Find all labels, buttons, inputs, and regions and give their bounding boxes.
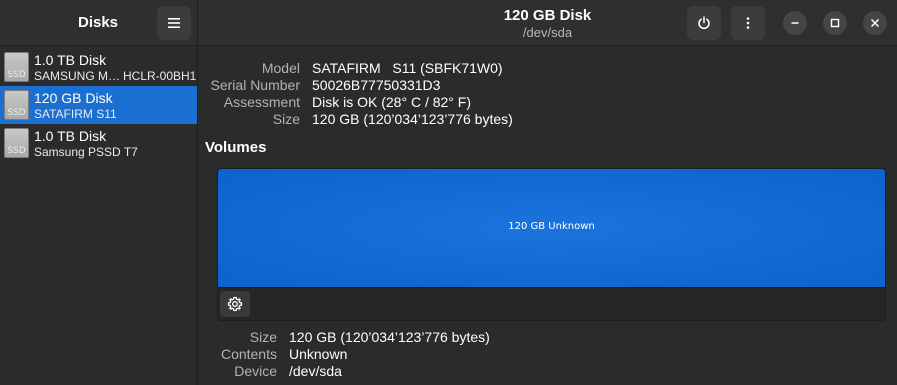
sidebar-header: Disks [0, 0, 198, 46]
disk-list-item-selected[interactable]: SSD 120 GB Disk SATAFIRM S11 [0, 86, 197, 124]
power-off-button[interactable] [687, 6, 721, 40]
main-menu-button[interactable] [157, 6, 191, 40]
volume-partition-label: 120 GB Unknown [508, 221, 595, 232]
volume-size-label: Size [249, 329, 277, 345]
disk-model: SATAFIRM S11 [34, 107, 117, 121]
ssd-icon: SSD [4, 90, 29, 120]
gear-icon [227, 296, 243, 312]
volume-partition-block[interactable]: 120 GB Unknown [218, 169, 885, 288]
serial-number-label: Serial Number [210, 77, 300, 93]
disk-model-suffix: HCLR-00BH1 [123, 69, 197, 83]
volume-contents-value: Unknown [289, 346, 348, 362]
partition-options-button[interactable] [220, 291, 250, 317]
volume-contents-label: Contents [220, 346, 277, 362]
disk-name: 120 GB Disk [34, 90, 113, 106]
disk-model: Samsung PSSD T7 [34, 145, 138, 159]
ssd-icon: SSD [4, 128, 29, 158]
power-icon [698, 16, 710, 30]
assessment-label: Assessment [223, 94, 300, 110]
disk-model: SAMSUNG M… [34, 69, 121, 83]
more-vertical-icon [746, 17, 750, 29]
serial-number-value: 50026B77750331D3 [312, 77, 441, 93]
close-button[interactable] [863, 11, 887, 35]
minimize-button[interactable] [783, 11, 807, 35]
volume-map: 120 GB Unknown [217, 168, 886, 321]
maximize-icon [830, 18, 840, 28]
size-label: Size [272, 111, 300, 127]
model-value: SATAFIRM S11 (SBFK71W0) [312, 60, 503, 76]
volume-device-label: Device [234, 363, 277, 379]
volumes-heading: Volumes [205, 139, 267, 156]
model-label: Model [261, 60, 300, 76]
volume-device-value: /dev/sda [289, 363, 342, 379]
drive-options-button[interactable] [731, 6, 765, 40]
minimize-icon [791, 22, 799, 24]
assessment-value: Disk is OK (28° C / 82° F) [312, 94, 472, 110]
maximize-button[interactable] [823, 11, 847, 35]
ssd-icon: SSD [4, 52, 29, 82]
disk-list-item[interactable]: SSD 1.0 TB Disk SAMSUNG M… HCLR-00BH1 [0, 48, 197, 86]
hamburger-icon [168, 18, 180, 28]
volume-size-value: 120 GB (120’034’123’776 bytes) [289, 329, 490, 345]
close-icon [870, 18, 880, 28]
disk-name: 1.0 TB Disk [34, 128, 107, 144]
disk-list-item[interactable]: SSD 1.0 TB Disk Samsung PSSD T7 [0, 124, 197, 162]
disk-list-sidebar: SSD 1.0 TB Disk SAMSUNG M… HCLR-00BH1 SS… [0, 47, 198, 385]
disk-name: 1.0 TB Disk [34, 52, 107, 68]
size-value: 120 GB (120’034’123’776 bytes) [312, 111, 513, 127]
